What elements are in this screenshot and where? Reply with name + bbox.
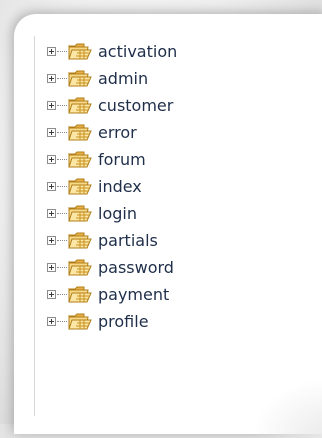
tree-node-label: error (98, 122, 137, 142)
open-folder-icon (68, 205, 92, 222)
tree-node-label: payment (98, 284, 170, 304)
tree-node-activation[interactable]: activation (47, 38, 307, 64)
tree-node-label: activation (98, 41, 178, 61)
tree-node-password[interactable]: password (47, 254, 307, 280)
tree-node-label: profile (98, 311, 149, 331)
tree-node-payment[interactable]: payment (47, 281, 307, 307)
folder-tree-panel: activation admin customer error forum in… (14, 14, 322, 438)
tree-node-label: partials (98, 230, 158, 250)
open-folder-icon (68, 313, 92, 330)
expand-plus-icon[interactable] (47, 100, 56, 110)
expand-plus-icon[interactable] (47, 235, 56, 245)
open-folder-icon (68, 124, 92, 141)
tree-node-label: forum (98, 149, 146, 169)
tree-node-admin[interactable]: admin (47, 65, 307, 91)
expand-plus-icon[interactable] (47, 316, 56, 326)
tree-connector (57, 77, 67, 79)
tree-node-label: login (98, 203, 137, 223)
expand-plus-icon[interactable] (47, 289, 56, 299)
expand-plus-icon[interactable] (47, 46, 56, 56)
tree-connector (57, 266, 67, 268)
tree-connector (57, 50, 67, 52)
tree-connector (57, 104, 67, 106)
tree-node-profile[interactable]: profile (47, 308, 307, 334)
open-folder-icon (68, 232, 92, 249)
open-folder-icon (68, 97, 92, 114)
tree-node-partials[interactable]: partials (47, 227, 307, 253)
tree-connector (57, 212, 67, 214)
tree-node-label: admin (98, 68, 149, 88)
stage: activation admin customer error forum in… (0, 0, 322, 438)
open-folder-icon (68, 151, 92, 168)
expand-plus-icon[interactable] (47, 154, 56, 164)
tree-node-login[interactable]: login (47, 200, 307, 226)
open-folder-icon (68, 286, 92, 303)
tree-node-label: password (98, 257, 174, 277)
tree-node-label: customer (98, 95, 174, 115)
tree-connector (57, 131, 67, 133)
tree-node-error[interactable]: error (47, 119, 307, 145)
tree-connector (57, 185, 67, 187)
tree-node-label: index (98, 176, 142, 196)
tree-node-forum[interactable]: forum (47, 146, 307, 172)
open-folder-icon (68, 70, 92, 87)
expand-plus-icon[interactable] (47, 73, 56, 83)
tree-connector (57, 320, 67, 322)
expand-plus-icon[interactable] (47, 181, 56, 191)
open-folder-icon (68, 43, 92, 60)
tree-connector (57, 293, 67, 295)
expand-plus-icon[interactable] (47, 262, 56, 272)
open-folder-icon (68, 178, 92, 195)
tree-node-index[interactable]: index (47, 173, 307, 199)
folder-tree: activation admin customer error forum in… (34, 36, 315, 416)
expand-plus-icon[interactable] (47, 127, 56, 137)
tree-node-customer[interactable]: customer (47, 92, 307, 118)
open-folder-icon (68, 259, 92, 276)
tree-connector (57, 239, 67, 241)
tree-connector (57, 158, 67, 160)
expand-plus-icon[interactable] (47, 208, 56, 218)
